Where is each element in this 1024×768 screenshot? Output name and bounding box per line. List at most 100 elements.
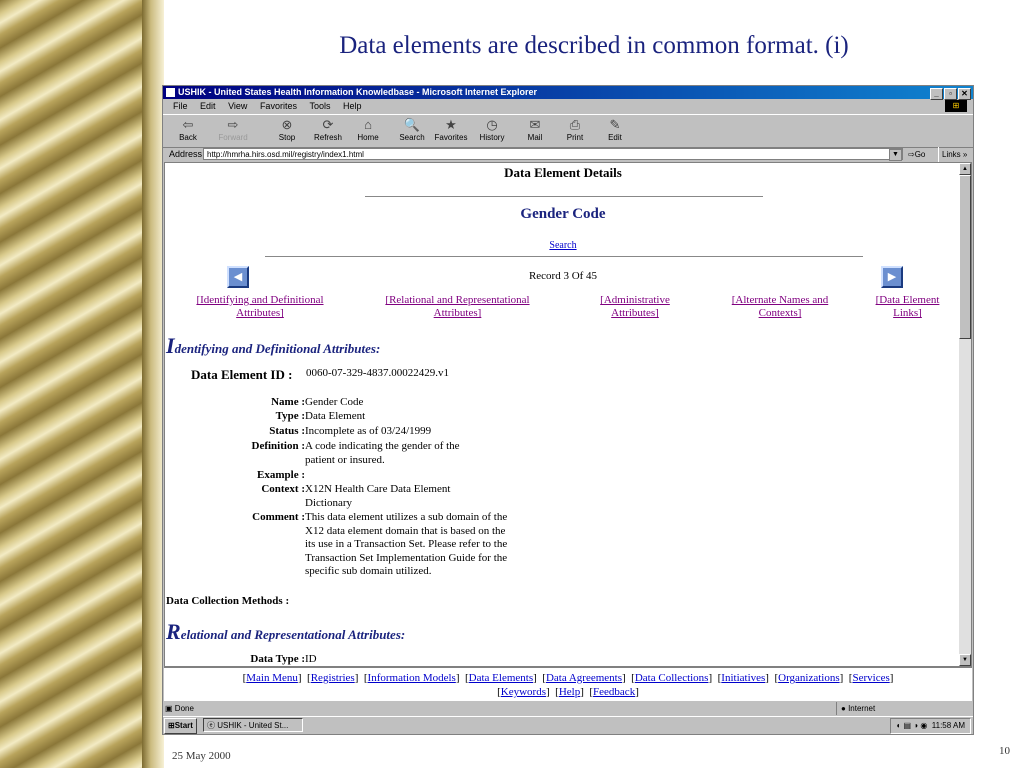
- page-heading: Data Element Details: [504, 165, 622, 180]
- search-button[interactable]: 🔍 Search: [392, 117, 432, 142]
- back-button[interactable]: ⇦ Back: [168, 117, 208, 142]
- nav-initiatives[interactable]: Initiatives: [721, 672, 765, 684]
- nav-services[interactable]: Services: [852, 672, 889, 684]
- history-button[interactable]: ◷ History: [472, 117, 512, 142]
- refresh-button[interactable]: ⟳ Refresh: [308, 117, 348, 142]
- context-label: Context :: [261, 483, 305, 495]
- home-button[interactable]: ⌂ Home: [348, 117, 388, 142]
- ie-icon: [166, 88, 175, 97]
- menu-tools[interactable]: Tools: [309, 101, 330, 111]
- globe-icon: ●: [841, 704, 846, 713]
- nav-data-agreements[interactable]: Data Agreements: [546, 672, 622, 684]
- section-heading-identifying: Identifying and Definitional Attributes:: [166, 333, 380, 359]
- address-input[interactable]: http://hmrha.hirs.osd.mil/registry/index…: [203, 148, 903, 160]
- taskbar-item-label: USHIK - United St...: [217, 721, 289, 730]
- link-data-element-links[interactable]: [Data Element Links]: [860, 294, 955, 320]
- link-line2: Attributes]: [611, 307, 659, 319]
- nav-data-elements[interactable]: Data Elements: [469, 672, 533, 684]
- home-icon: ⌂: [364, 117, 372, 132]
- section-initial: R: [166, 619, 181, 644]
- name-value: Gender Code: [305, 396, 364, 408]
- status-label: Status :: [269, 425, 305, 437]
- vertical-scrollbar[interactable]: ▲ ▼: [959, 163, 971, 666]
- section-initial: I: [166, 333, 175, 358]
- print-button[interactable]: ⎙ Print: [555, 117, 595, 142]
- page-content: Data Element Details Gender Code Search …: [164, 162, 972, 667]
- stop-button[interactable]: ⊗ Stop: [267, 117, 307, 142]
- nav-keywords[interactable]: Keywords: [501, 686, 546, 698]
- forward-label: Forward: [218, 133, 248, 142]
- link-alternate-names[interactable]: [Alternate Names and Contexts]: [715, 294, 845, 320]
- scroll-thumb[interactable]: [959, 175, 971, 339]
- address-label: Address: [169, 149, 203, 159]
- link-line2: Links]: [893, 307, 922, 319]
- bottom-nav-row2: [Keywords] [Help] [Feedback]: [497, 686, 639, 698]
- menu-edit[interactable]: Edit: [200, 101, 216, 111]
- nav-data-collections[interactable]: Data Collections: [635, 672, 709, 684]
- links-button[interactable]: Links »: [938, 147, 967, 162]
- bottom-navigation: [Main Menu] [Registries] [Information Mo…: [164, 667, 972, 701]
- back-arrow-icon: ⇦: [182, 117, 194, 132]
- definition-label: Definition :: [251, 440, 305, 452]
- print-icon: ⎙: [569, 117, 581, 132]
- link-line1: [Alternate Names and: [731, 294, 829, 306]
- history-label: History: [479, 133, 505, 142]
- divider: [365, 196, 763, 197]
- element-title: Gender Code: [520, 206, 606, 222]
- name-label: Name :: [271, 396, 305, 408]
- menu-view[interactable]: View: [228, 101, 247, 111]
- comment-value: This data element utilizes a sub domain …: [305, 511, 508, 577]
- divider: [265, 256, 863, 257]
- edit-button[interactable]: ✎ Edit: [595, 117, 635, 142]
- back-label: Back: [179, 133, 197, 142]
- type-label: Type :: [275, 410, 305, 422]
- search-link[interactable]: Search: [165, 240, 961, 251]
- taskbar-item-ushik[interactable]: ⓔ USHIK - United St...: [203, 718, 303, 732]
- start-label: Start: [174, 721, 193, 730]
- nav-main-menu[interactable]: Main Menu: [246, 672, 298, 684]
- nav-feedback[interactable]: Feedback: [593, 686, 635, 698]
- forward-button[interactable]: ⇨ Forward: [213, 117, 253, 142]
- status-bar: ▣ Done ● Internet: [163, 702, 973, 715]
- mail-button[interactable]: ✉ Mail: [515, 117, 555, 142]
- data-type-label: Data Type :: [250, 653, 305, 665]
- context-value: X12N Health Care Data Element Dictionary: [305, 483, 451, 509]
- stop-label: Stop: [278, 133, 296, 142]
- link-line1: [Identifying and Definitional: [196, 294, 324, 306]
- go-button[interactable]: ⇨Go: [908, 147, 925, 162]
- refresh-label: Refresh: [313, 133, 342, 142]
- link-line2: Contexts]: [758, 307, 802, 319]
- nav-help[interactable]: Help: [559, 686, 580, 698]
- link-administrative-attributes[interactable]: [Administrative Attributes]: [575, 294, 695, 320]
- home-label: Home: [357, 133, 379, 142]
- favorites-button[interactable]: ★ Favorites: [431, 117, 471, 142]
- scroll-up-icon[interactable]: ▲: [959, 163, 971, 175]
- scroll-down-icon[interactable]: ▼: [959, 654, 971, 666]
- search-label: Search: [399, 133, 425, 142]
- slide-title: Data elements are described in common fo…: [339, 32, 849, 59]
- start-button[interactable]: ⊞Start: [164, 718, 197, 734]
- window-title: USHIK - United States Health Information…: [178, 87, 538, 97]
- section-heading-text: elational and Representational Attribute…: [180, 627, 406, 642]
- arrow-right-icon: ▶: [887, 271, 897, 283]
- link-identifying-attributes[interactable]: [Identifying and Definitional Attributes]: [175, 294, 345, 320]
- search-icon: 🔍: [403, 117, 421, 132]
- address-dropdown-icon[interactable]: ▼: [889, 149, 902, 161]
- refresh-icon: ⟳: [322, 117, 334, 132]
- menu-file[interactable]: File: [173, 101, 188, 111]
- decorative-gold-shadow: [142, 0, 164, 768]
- links-label: Links: [942, 150, 961, 159]
- menu-favorites[interactable]: Favorites: [260, 101, 297, 111]
- menu-help[interactable]: Help: [343, 101, 362, 111]
- page-icon: ▣: [165, 704, 173, 713]
- windows-flag-icon: ⊞: [168, 721, 175, 730]
- nav-registries[interactable]: Registries: [311, 672, 355, 684]
- forward-arrow-icon: ⇨: [227, 117, 239, 132]
- favorites-label: Favorites: [434, 133, 468, 142]
- link-relational-attributes[interactable]: [Relational and Representational Attribut…: [365, 294, 550, 320]
- next-record-button[interactable]: ▶: [881, 266, 903, 288]
- nav-organizations[interactable]: Organizations: [778, 672, 840, 684]
- taskbar: ⊞Start ⓔ USHIK - United St... ◐ ▤ ◑ ◉ 11…: [163, 716, 973, 735]
- nav-information-models[interactable]: Information Models: [368, 672, 456, 684]
- comment-label: Comment :: [252, 511, 305, 523]
